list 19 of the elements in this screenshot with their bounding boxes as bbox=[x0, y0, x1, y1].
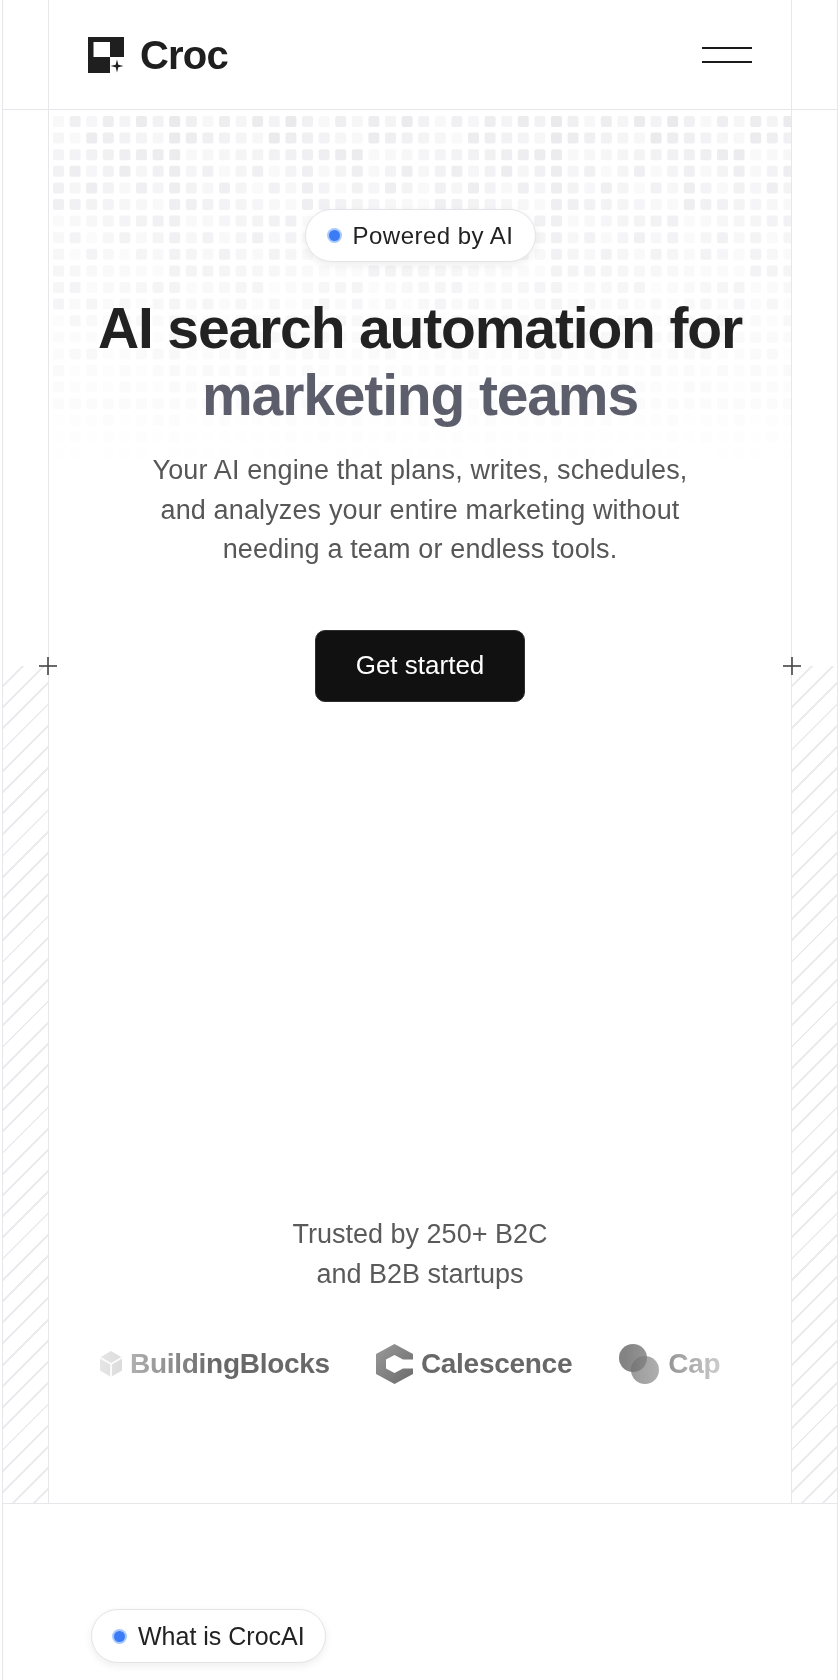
company-name: Calescence bbox=[420, 1346, 573, 1381]
trusted-by-text: Trusted by 250+ B2C and B2B startups bbox=[291, 1217, 549, 1291]
plus-icon bbox=[783, 657, 801, 675]
status-dot-icon bbox=[112, 1628, 127, 1644]
company-name: BuildingBlocks bbox=[130, 1346, 330, 1381]
home-link[interactable]: Croc bbox=[88, 34, 228, 75]
overlapping-circles-icon bbox=[618, 1342, 661, 1385]
hero-subtitle: Your AI engine that plans, writes, schedules, and analyzes your entire marketing without needing a team or endless tools. bbox=[151, 454, 689, 566]
menu-icon bbox=[702, 46, 752, 63]
status-dot-icon bbox=[326, 228, 342, 243]
plus-icon bbox=[39, 657, 57, 675]
badge-text: Powered by AI bbox=[352, 223, 514, 248]
hero-heading: AI search automation for marketing teams bbox=[97, 295, 743, 429]
get-started-button[interactable]: Get started bbox=[315, 629, 525, 702]
badge-text: What is CrocAI bbox=[138, 1623, 305, 1649]
company-name: Cap bbox=[668, 1346, 721, 1381]
logo-icon bbox=[88, 36, 124, 73]
hexagon-logo-icon bbox=[375, 1343, 413, 1384]
cube-icon bbox=[100, 1350, 122, 1377]
